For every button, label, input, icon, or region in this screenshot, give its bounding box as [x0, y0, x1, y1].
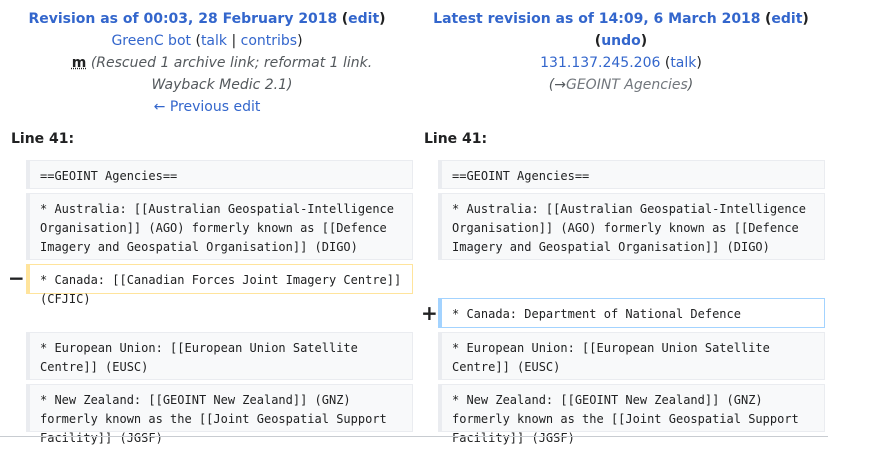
diff-context-left: * Australia: [[Australian Geospatial-Int… [26, 193, 413, 260]
line-number-left: Line 41: [11, 131, 75, 147]
previous-edit-link[interactable]: ← Previous edit [154, 99, 261, 115]
old-revision-edit-link[interactable]: edit [348, 11, 379, 27]
undo-link[interactable]: undo [601, 33, 641, 49]
edit-summary-text: (Rescued 1 archive link; reformat 1 link… [90, 55, 373, 71]
diff-context-left: * European Union: [[European Union Satel… [26, 332, 413, 380]
wayback-medic-link[interactable]: Wayback Medic 2.1 [151, 77, 287, 93]
diff-deleted-line: * Canada: [[Canadian Forces Joint Imager… [26, 264, 413, 306]
section-name: GEOINT Agencies [565, 77, 688, 93]
diff-added-line: * Canada: Department of National Defence [438, 298, 825, 328]
deleted-line-marker: − [8, 266, 25, 290]
diff-context-right: * European Union: [[European Union Satel… [438, 332, 825, 380]
new-revision-talk-link[interactable]: talk [670, 55, 696, 71]
old-revision-user-line: GreenC bot (talk | contribs) [111, 33, 303, 49]
new-revision-title-link[interactable]: Latest revision as of 14:09, 6 March 201… [433, 11, 760, 27]
new-revision-header: Latest revision as of 14:09, 6 March 201… [414, 8, 828, 96]
old-revision-title-link[interactable]: Revision as of 00:03, 28 February 2018 [28, 11, 337, 27]
line-number-right: Line 41: [424, 131, 488, 147]
new-revision-user-line: 131.137.245.206 (talk) [540, 55, 702, 71]
old-revision-user-link[interactable]: GreenC bot [111, 33, 191, 49]
diff-context-right: * New Zealand: [[GEOINT New Zealand]] (G… [438, 384, 825, 445]
old-revision-summary: m (Rescued 1 archive link; reformat 1 li… [71, 55, 373, 93]
diff-context-right: ==GEOINT Agencies== [438, 160, 825, 189]
old-revision-header: Revision as of 00:03, 28 February 2018 (… [0, 8, 414, 118]
new-revision-edit-link[interactable]: edit [771, 11, 802, 27]
new-revision-title-line: Latest revision as of 14:09, 6 March 201… [433, 11, 809, 27]
added-line-marker: + [421, 301, 438, 325]
old-revision-contribs-link[interactable]: contribs [241, 33, 297, 49]
minor-edit-badge: m [71, 55, 87, 71]
old-revision-talk-link[interactable]: talk [201, 33, 227, 49]
diff-bottom-divider [0, 436, 828, 437]
section-arrow-link[interactable]: → [554, 77, 566, 93]
new-revision-summary: (→GEOINT Agencies) [548, 77, 694, 93]
diff-context-left: * New Zealand: [[GEOINT New Zealand]] (G… [26, 384, 413, 445]
diff-context-right: * Australia: [[Australian Geospatial-Int… [438, 193, 825, 260]
old-revision-title-line: Revision as of 00:03, 28 February 2018 (… [28, 11, 386, 27]
new-revision-user-link[interactable]: 131.137.245.206 [540, 55, 660, 71]
diff-context-left: ==GEOINT Agencies== [26, 160, 413, 189]
